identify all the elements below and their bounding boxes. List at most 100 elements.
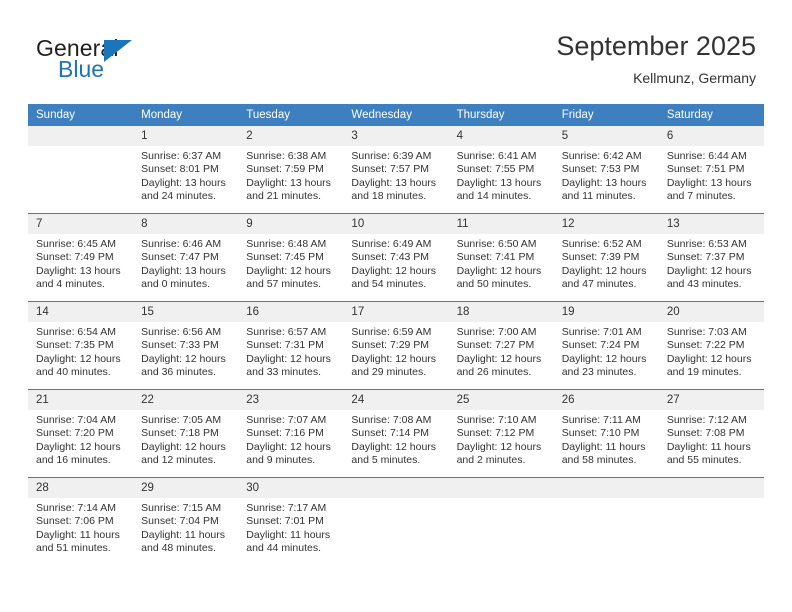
- sun-info: Sunrise: 6:53 AM Sunset: 7:37 PM Daylight:…: [659, 234, 764, 292]
- day-number: 20: [658, 302, 764, 322]
- calendar-day-cell[interactable]: 11 Sunrise: 6:50 AM Sunset: 7:41 PM Dayligh…: [448, 213, 554, 302]
- day-cell-content: 10 Sunrise: 6:49 AM Sunset: 7:43 PM Dayligh…: [343, 214, 449, 301]
- calendar-day-cell[interactable]: 4 Sunrise: 6:41 AM Sunset: 7:55 PM Daylight…: [448, 126, 554, 214]
- daylight-text: Daylight: 12 hours and 47 minutes.: [561, 264, 647, 291]
- sun-info: Sunrise: 7:05 AM Sunset: 7:18 PM Daylight:…: [133, 410, 238, 468]
- sun-info: Sunrise: 7:15 AM Sunset: 7:04 PM Daylight:…: [133, 498, 238, 556]
- calendar-day-cell[interactable]: 8 Sunrise: 6:46 AM Sunset: 7:47 PM Daylight…: [133, 213, 239, 302]
- day-cell-content: 17 Sunrise: 6:59 AM Sunset: 7:29 PM Dayligh…: [343, 302, 449, 389]
- sunrise-text: Sunrise: 7:15 AM: [141, 502, 222, 514]
- daylight-text: Daylight: 11 hours and 58 minutes.: [561, 440, 646, 467]
- day-cell-content: 6 Sunrise: 6:44 AM Sunset: 7:51 PM Daylight…: [658, 126, 764, 213]
- page-header: General Blue September 2025 Kellmunz, Ge…: [0, 0, 792, 100]
- day-cell-content: 21 Sunrise: 7:04 AM Sunset: 7:20 PM Dayligh…: [28, 390, 134, 477]
- sunrise-text: Sunrise: 6:41 AM: [456, 150, 537, 162]
- calendar-day-cell[interactable]: 13 Sunrise: 6:53 AM Sunset: 7:37 PM Dayligh…: [658, 213, 764, 302]
- day-number: 29: [133, 478, 239, 498]
- sun-info: Sunrise: 6:42 AM Sunset: 7:53 PM Daylight:…: [554, 146, 659, 204]
- day-cell-content: 15 Sunrise: 6:56 AM Sunset: 7:33 PM Dayligh…: [133, 302, 239, 389]
- day-cell-content: 8 Sunrise: 6:46 AM Sunset: 7:47 PM Daylight…: [133, 214, 239, 301]
- day-cell-content: 30 Sunrise: 7:17 AM Sunset: 7:01 PM Dayligh…: [238, 478, 344, 565]
- calendar-grid: Sunday Monday Tuesday Wednesday Thursday Frid…: [28, 104, 764, 565]
- weekday-header-wednesday: Wednesday: [343, 104, 449, 126]
- calendar-day-cell[interactable]: 21 Sunrise: 7:04 AM Sunset: 7:20 PM Dayligh…: [28, 389, 134, 478]
- calendar-day-cell[interactable]: 3 Sunrise: 6:39 AM Sunset: 7:57 PM Daylight…: [343, 126, 449, 214]
- day-cell-content: 24 Sunrise: 7:08 AM Sunset: 7:14 PM Dayligh…: [343, 390, 449, 477]
- sun-info: Sunrise: 6:44 AM Sunset: 7:51 PM Daylight:…: [659, 146, 764, 204]
- sunset-text: Sunset: 7:24 PM: [561, 339, 640, 352]
- calendar-day-cell[interactable]: 1 Sunrise: 6:37 AM Sunset: 8:01 PM Daylight…: [133, 126, 239, 214]
- daylight-text: Daylight: 12 hours and 16 minutes.: [36, 440, 121, 467]
- generalblue-logo[interactable]: General Blue: [36, 36, 256, 90]
- calendar-day-cell[interactable]: 2 Sunrise: 6:38 AM Sunset: 7:59 PM Daylight…: [238, 126, 344, 214]
- day-number: 7: [28, 214, 134, 234]
- day-cell-content: 12 Sunrise: 6:52 AM Sunset: 7:39 PM Dayligh…: [553, 214, 659, 301]
- weekday-header-tuesday: Tuesday: [238, 104, 344, 126]
- calendar-day-cell[interactable]: 17 Sunrise: 6:59 AM Sunset: 7:29 PM Dayligh…: [343, 301, 449, 390]
- sunrise-text: Sunrise: 6:39 AM: [351, 150, 432, 162]
- sun-info: Sunrise: 6:41 AM Sunset: 7:55 PM Daylight:…: [449, 146, 554, 204]
- calendar-day-cell[interactable]: 26 Sunrise: 7:11 AM Sunset: 7:10 PM Dayligh…: [553, 389, 659, 478]
- day-cell-content: [448, 478, 554, 565]
- calendar-day-cell[interactable]: 9 Sunrise: 6:48 AM Sunset: 7:45 PM Daylight…: [238, 213, 344, 302]
- day-cell-content: 3 Sunrise: 6:39 AM Sunset: 7:57 PM Daylight…: [343, 126, 449, 213]
- calendar-day-cell[interactable]: 12 Sunrise: 6:52 AM Sunset: 7:39 PM Dayligh…: [553, 213, 659, 302]
- calendar-day-cell[interactable]: 23 Sunrise: 7:07 AM Sunset: 7:16 PM Dayligh…: [238, 389, 344, 478]
- day-cell-content: 14 Sunrise: 6:54 AM Sunset: 7:35 PM Dayligh…: [28, 302, 134, 389]
- day-number: [553, 478, 659, 498]
- sun-info: Sunrise: 7:17 AM Sunset: 7:01 PM Daylight:…: [238, 498, 343, 556]
- day-cell-content: [553, 478, 659, 565]
- calendar-page: General Blue September 2025 Kellmunz, Ge…: [0, 0, 792, 612]
- calendar-day-cell[interactable]: 25 Sunrise: 7:10 AM Sunset: 7:12 PM Dayligh…: [448, 389, 554, 478]
- day-number: 18: [448, 302, 554, 322]
- calendar-day-cell[interactable]: 20 Sunrise: 7:03 AM Sunset: 7:22 PM Dayligh…: [658, 301, 764, 390]
- sunset-text: Sunset: 7:10 PM: [561, 427, 640, 440]
- calendar-day-cell[interactable]: 19 Sunrise: 7:01 AM Sunset: 7:24 PM Dayligh…: [553, 301, 659, 390]
- calendar-day-cell[interactable]: 14 Sunrise: 6:54 AM Sunset: 7:35 PM Dayligh…: [28, 301, 134, 390]
- daylight-text: Daylight: 12 hours and 19 minutes.: [666, 352, 752, 379]
- day-cell-content: 7 Sunrise: 6:45 AM Sunset: 7:49 PM Daylight…: [28, 214, 134, 301]
- sunset-text: Sunset: 7:39 PM: [561, 251, 640, 264]
- sun-info: Sunrise: 7:00 AM Sunset: 7:27 PM Daylight:…: [449, 322, 554, 380]
- sunset-text: Sunset: 7:14 PM: [351, 427, 430, 440]
- calendar-day-cell[interactable]: 5 Sunrise: 6:42 AM Sunset: 7:53 PM Daylight…: [553, 126, 659, 214]
- calendar-day-cell[interactable]: 27 Sunrise: 7:12 AM Sunset: 7:08 PM Dayligh…: [658, 389, 764, 478]
- calendar-empty-cell: [28, 126, 134, 214]
- sun-info: Sunrise: 7:08 AM Sunset: 7:14 PM Daylight:…: [343, 410, 448, 468]
- sunset-text: Sunset: 7:12 PM: [456, 427, 535, 440]
- calendar-day-cell[interactable]: 28 Sunrise: 7:14 AM Sunset: 7:06 PM Dayligh…: [28, 477, 134, 565]
- calendar-empty-cell: [448, 477, 554, 565]
- day-number: 5: [553, 126, 659, 146]
- calendar-day-cell[interactable]: 16 Sunrise: 6:57 AM Sunset: 7:31 PM Dayligh…: [238, 301, 344, 390]
- sunrise-text: Sunrise: 7:10 AM: [456, 414, 537, 426]
- calendar-day-cell[interactable]: 24 Sunrise: 7:08 AM Sunset: 7:14 PM Dayligh…: [343, 389, 449, 478]
- sunrise-text: Sunrise: 6:49 AM: [351, 238, 432, 250]
- day-number: [28, 126, 134, 146]
- sunrise-text: Sunrise: 6:48 AM: [246, 238, 327, 250]
- calendar-day-cell[interactable]: 18 Sunrise: 7:00 AM Sunset: 7:27 PM Dayligh…: [448, 301, 554, 390]
- calendar-day-cell[interactable]: 22 Sunrise: 7:05 AM Sunset: 7:18 PM Dayligh…: [133, 389, 239, 478]
- calendar-day-cell[interactable]: 29 Sunrise: 7:15 AM Sunset: 7:04 PM Dayligh…: [133, 477, 239, 565]
- daylight-text: Daylight: 12 hours and 2 minutes.: [456, 440, 542, 467]
- sun-info: Sunrise: 7:07 AM Sunset: 7:16 PM Daylight:…: [238, 410, 343, 468]
- sunrise-text: Sunrise: 6:54 AM: [36, 326, 116, 338]
- calendar-day-cell[interactable]: 30 Sunrise: 7:17 AM Sunset: 7:01 PM Dayligh…: [238, 477, 344, 565]
- calendar-day-cell[interactable]: 15 Sunrise: 6:56 AM Sunset: 7:33 PM Dayligh…: [133, 301, 239, 390]
- calendar-week-row: 28 Sunrise: 7:14 AM Sunset: 7:06 PM Dayligh…: [28, 477, 764, 565]
- day-number: 24: [343, 390, 449, 410]
- day-number: 9: [238, 214, 344, 234]
- sun-info: Sunrise: 6:38 AM Sunset: 7:59 PM Daylight:…: [238, 146, 343, 204]
- calendar-day-cell[interactable]: 6 Sunrise: 6:44 AM Sunset: 7:51 PM Daylight…: [658, 126, 764, 214]
- calendar-empty-cell: [343, 477, 449, 565]
- calendar-day-cell[interactable]: 10 Sunrise: 6:49 AM Sunset: 7:43 PM Dayligh…: [343, 213, 449, 302]
- sun-info: Sunrise: 6:50 AM Sunset: 7:41 PM Daylight:…: [449, 234, 554, 292]
- sunset-text: Sunset: 7:22 PM: [666, 339, 745, 352]
- sun-info: Sunrise: 6:46 AM Sunset: 7:47 PM Daylight:…: [133, 234, 238, 292]
- sunset-text: Sunset: 7:08 PM: [666, 427, 745, 440]
- day-number: 27: [658, 390, 764, 410]
- sunset-text: Sunset: 7:33 PM: [141, 339, 219, 352]
- calendar-day-cell[interactable]: 7 Sunrise: 6:45 AM Sunset: 7:49 PM Daylight…: [28, 213, 134, 302]
- sun-info: Sunrise: 6:52 AM Sunset: 7:39 PM Daylight:…: [554, 234, 659, 292]
- sunset-text: Sunset: 7:01 PM: [246, 515, 324, 528]
- calendar-week-row: 21 Sunrise: 7:04 AM Sunset: 7:20 PM Dayligh…: [28, 389, 764, 478]
